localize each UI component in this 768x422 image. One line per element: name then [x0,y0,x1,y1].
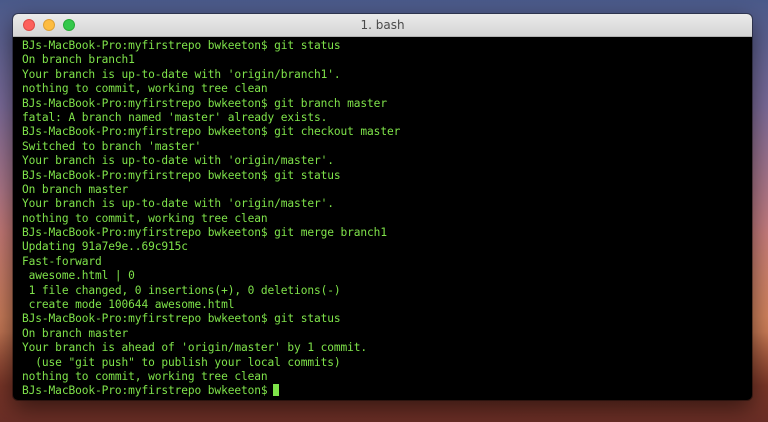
terminal-line: BJs-MacBook-Pro:myfirstrepo bwkeeton$ gi… [22,168,341,182]
title-bar[interactable]: 1. bash [13,14,752,37]
terminal-line: On branch master [22,326,129,340]
text-cursor [272,384,279,397]
terminal-prompt-line[interactable]: BJs-MacBook-Pro:myfirstrepo bwkeeton$ [22,384,748,398]
terminal-line: create mode 100644 awesome.html [22,298,235,312]
terminal-line: BJs-MacBook-Pro:myfirstrepo bwkeeton$ gi… [22,39,341,52]
terminal-line: Updating 91a7e9e..69c915c [22,240,188,254]
terminal-line: On branch master [22,182,129,196]
terminal-line: nothing to commit, working tree clean [22,211,268,225]
terminal-line: BJs-MacBook-Pro:myfirstrepo bwkeeton$ gi… [22,125,401,139]
terminal-line: On branch branch1 [22,53,135,67]
terminal-line: Your branch is ahead of 'origin/master' … [22,341,368,355]
terminal-line: Your branch is up-to-date with 'origin/b… [22,67,341,81]
terminal-line: BJs-MacBook-Pro:myfirstrepo bwkeeton$ gi… [22,312,341,326]
terminal-line: nothing to commit, working tree clean [22,369,268,383]
window-title: 1. bash [360,18,405,32]
terminal-line: nothing to commit, working tree clean [22,82,268,96]
terminal-line: (use "git push" to publish your local co… [22,355,341,369]
terminal-line: Switched to branch 'master' [22,139,202,153]
terminal-line: Your branch is up-to-date with 'origin/m… [22,197,334,211]
terminal-output[interactable]: BJs-MacBook-Pro:myfirstrepo bwkeeton$ gi… [22,37,748,400]
terminal-window: 1. bash BJs-MacBook-Pro:myfirstrepo bwke… [13,14,752,400]
terminal-line: BJs-MacBook-Pro:myfirstrepo bwkeeton$ gi… [22,96,387,110]
terminal-line: Your branch is up-to-date with 'origin/m… [22,154,334,168]
terminal-line: Fast-forward [22,254,102,268]
terminal-line: awesome.html | 0 [22,269,135,283]
terminal-line: BJs-MacBook-Pro:myfirstrepo bwkeeton$ gi… [22,226,387,240]
terminal-line: 1 file changed, 0 insertions(+), 0 delet… [22,283,341,297]
terminal-line: fatal: A branch named 'master' already e… [22,110,328,124]
terminal-prompt: BJs-MacBook-Pro:myfirstrepo bwkeeton$ [22,384,268,398]
